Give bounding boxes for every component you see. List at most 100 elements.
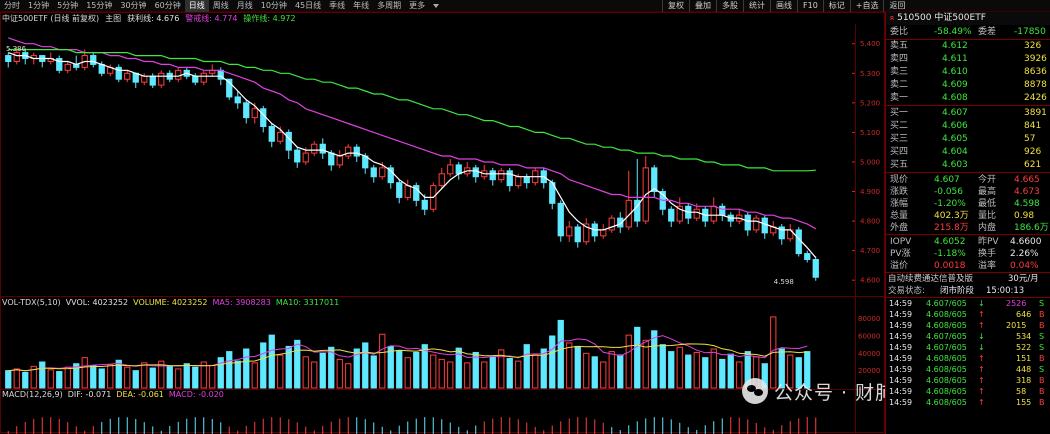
candle [761,215,768,239]
volume-bar [251,362,258,389]
volume-bar [336,358,343,389]
volume-bar [379,333,386,389]
candle [608,215,615,233]
subscription-notice[interactable]: 自动续费通达信普及版 30元/月 [886,273,1050,285]
quote-row: 买三 4.605 57 [886,133,1050,146]
quote-row: 买五 4.603 621 [886,159,1050,172]
candle [642,156,649,225]
ma-lines [8,37,817,259]
volume-bar [472,351,479,389]
stock-header: ʀ 510500 中证500ETF [886,12,1050,25]
quote-row: 买二 4.606 841 [886,120,1050,133]
volume-bar [557,319,564,389]
volume-bar [141,362,148,389]
candles [5,46,819,281]
trade-row: 14:59 4.608/605 ↑ 318 B [886,375,1050,386]
volume-bar [370,355,377,389]
price-axis: 5.400 5.300 5.200 5.100 5.000 4.900 4.800 4.700… [852,40,880,285]
candle [64,61,71,74]
divider [886,234,1050,235]
volume-info: VOL-TDX(5,10) VVOL: 4023252 VOLUME: 40232… [2,298,339,307]
trade-volume: 522 [1016,343,1032,352]
macd-values: DIF: -0.071 DEA: -0.061 MACD: -0.020 [68,390,224,399]
trade-time: 14:59 [889,321,913,330]
ma-line [8,48,816,172]
trade-side: B [1039,321,1045,330]
volume-bar [319,352,326,389]
candle [676,197,683,225]
candle [345,144,352,159]
quote-row: 涨幅 -1.20% 最低 4.598 [886,198,1050,210]
trade-side: S [1039,332,1045,341]
toolbar-button[interactable]: 返回 [883,0,910,12]
volume-bar [413,351,420,389]
volume-bar [268,334,275,389]
price-tick-label: 5.000 [860,158,880,166]
candle [770,221,777,236]
divider [886,105,1050,106]
quote-row: 卖一 4.608 2426 [886,92,1050,105]
candle [472,164,479,183]
trade-price: 4.608/605 [926,398,967,407]
candle [5,52,12,68]
trade-side: B [1039,398,1045,407]
stock-code-name: 510500 中证500ETF [897,13,986,23]
volume-bar [685,354,692,389]
trade-volume: 646 [1016,310,1032,319]
bid-label: 买四 [890,147,909,157]
ask-price: 4.609 [942,80,968,90]
ask-volume: 326 [1024,41,1042,51]
weibi-value: -58.49% [934,27,972,37]
quote-row: 总量 402.3万 量比 0.98 [886,210,1050,222]
quote-row: PV涨 -1.18% 换手 2.26% [886,248,1050,260]
quote-row: 卖五 4.612 326 [886,40,1050,53]
candle [56,55,63,74]
candle [260,105,267,133]
volume-value: MA10: 3317011 [275,298,340,307]
trade-volume: 58 [1016,387,1027,396]
volume-bar [693,351,700,389]
trade-row: 14:59 4.608/605 ↑ 2015 B [886,320,1050,331]
arrow-up-icon: ↑ [978,321,985,330]
ask-price: 4.610 [942,67,968,77]
ask-price: 4.611 [942,54,968,64]
candle [574,224,581,248]
ask-volume: 8636 [1024,67,1047,77]
arrow-up-icon: ↑ [978,365,985,374]
arrow-up-icon: ↑ [978,387,985,396]
trade-price: 4.608/605 [926,376,967,385]
bid-label: 买三 [890,134,909,144]
macd-info: MACD(12,26,9) DIF: -0.071 DEA: -0.061 MACD… [2,390,224,399]
chart-canvas[interactable]: 5.400 5.300 5.200 5.100 5.000 4.900 4.800 4.700… [0,0,885,434]
volume-bar [634,326,641,389]
volume-tick-label: 20000 [858,367,880,375]
volume-bar [523,344,530,389]
arrow-up-icon: ↑ [978,376,985,385]
volume-label[interactable]: VOL-TDX(5,10) [2,298,61,307]
volume-bar [302,356,309,389]
bid-price: 4.606 [942,121,968,131]
candle [285,129,292,159]
volume-bar [719,358,726,389]
candle [719,203,726,222]
candle [727,212,734,227]
ask-price: 4.612 [942,41,968,51]
candle [557,200,564,242]
trade-side: S [1039,365,1045,374]
macd-label[interactable]: MACD(12,26,9) [2,390,63,399]
candle [591,221,598,242]
trade-volume: 318 [1016,376,1032,385]
quote-row: 外盘 215.8万 内盘 186.6万 [886,222,1050,234]
ask-price: 4.608 [942,93,968,103]
trade-side: B [1039,387,1045,396]
bid-volume: 621 [1024,160,1042,170]
candle [175,67,182,83]
volume-bar [727,353,734,389]
status-value: 闭市阶段 [940,286,975,296]
trade-row: 14:59 4.608/605 ↑ 155 B [886,397,1050,408]
volume-bar [566,342,573,389]
volume-bar [591,356,598,389]
candle [481,164,488,180]
trade-volume: 448 [1016,365,1032,374]
ask-label: 卖五 [890,41,909,51]
